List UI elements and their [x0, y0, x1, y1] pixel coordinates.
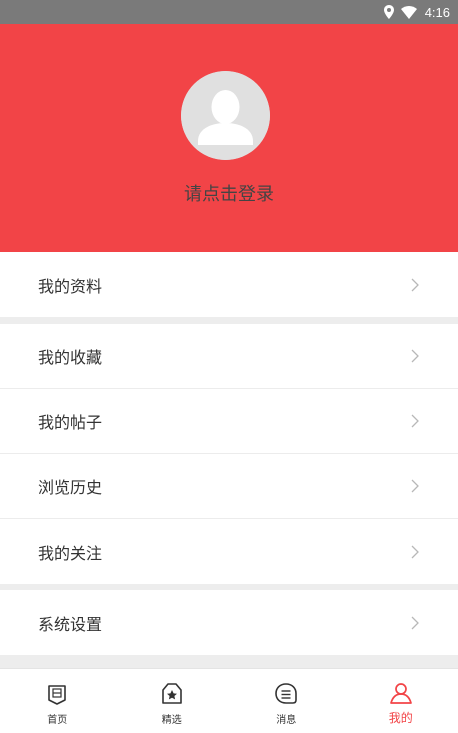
profile-header: 请点击登录	[0, 24, 458, 252]
tab-profile[interactable]: 我的	[344, 669, 458, 733]
menu-item-system-settings[interactable]: 系统设置	[0, 590, 458, 655]
status-time: 4:16	[424, 4, 450, 20]
default-avatar-icon[interactable]	[181, 71, 270, 160]
menu-item-my-following[interactable]: 我的关注	[0, 519, 458, 584]
chevron-right-icon	[411, 278, 419, 291]
tab-label: 精选	[161, 715, 182, 726]
chevron-right-icon	[411, 349, 419, 363]
menu-group-profile: 我的资料	[0, 252, 458, 317]
bottom-tab-bar: 首页 精选 消息 我的	[0, 668, 458, 733]
tab-label: 首页	[47, 715, 68, 726]
wifi-icon	[400, 5, 417, 19]
tab-label: 我的	[388, 711, 413, 725]
menu-item-label: 我的帖子	[38, 413, 103, 432]
menu-item-my-favorites[interactable]: 我的收藏	[0, 324, 458, 389]
menu-group-settings: 系统设置	[0, 590, 458, 655]
chevron-right-icon	[411, 414, 419, 428]
menu-item-browse-history[interactable]: 浏览历史	[0, 454, 458, 519]
chevron-right-icon	[411, 616, 419, 629]
chevron-right-icon	[411, 545, 419, 558]
status-bar: 4:16	[0, 0, 458, 24]
menu-item-label: 我的收藏	[38, 348, 103, 367]
menu-item-label: 系统设置	[38, 614, 103, 634]
menu-item-label: 我的关注	[38, 543, 103, 563]
tab-messages[interactable]: 消息	[229, 669, 344, 733]
login-prompt[interactable]: 请点击登录	[0, 180, 458, 206]
chevron-right-icon	[411, 479, 419, 493]
menu-item-label: 浏览历史	[38, 478, 103, 497]
location-icon	[383, 5, 395, 19]
menu-item-my-profile[interactable]: 我的资料	[0, 252, 458, 317]
featured-icon	[161, 683, 182, 704]
menu-group-activity: 我的收藏 我的帖子 浏览历史 我的关注	[0, 324, 458, 584]
tab-home[interactable]: 首页	[0, 669, 115, 733]
profile-icon	[389, 683, 412, 704]
tab-label: 消息	[276, 715, 297, 726]
message-icon	[275, 683, 298, 704]
tab-featured[interactable]: 精选	[115, 669, 230, 733]
home-icon	[48, 685, 67, 705]
menu-item-my-posts[interactable]: 我的帖子	[0, 389, 458, 454]
menu-item-label: 我的资料	[38, 276, 103, 296]
